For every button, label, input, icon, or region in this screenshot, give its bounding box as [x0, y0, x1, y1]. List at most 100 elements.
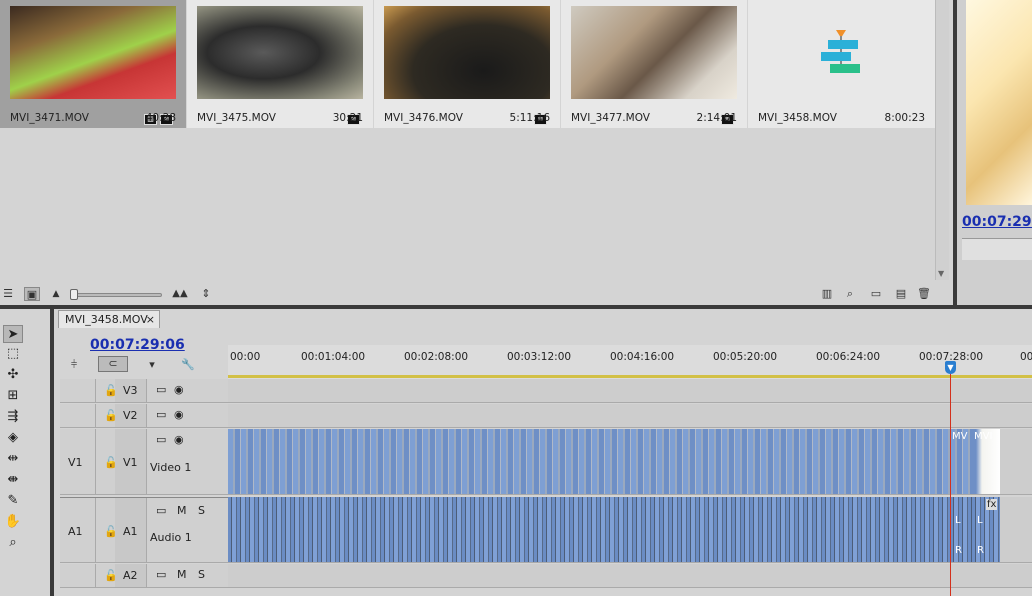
fx-badge[interactable]: fx — [986, 499, 998, 510]
timeline-settings-icon[interactable]: 🔧 — [180, 358, 196, 372]
program-preview — [966, 0, 1032, 205]
thumbnail-image — [571, 6, 737, 99]
source-label[interactable]: V1 — [68, 456, 83, 469]
media-name: MVI_3475.MOV — [197, 112, 276, 124]
razor-tool-icon[interactable]: ◈ — [3, 429, 23, 447]
program-ruler[interactable] — [962, 238, 1032, 260]
sequence-tab[interactable]: MVI_3458.MOV × — [58, 310, 160, 328]
automate-sequence-icon[interactable]: ▥ — [819, 287, 835, 301]
track-a1[interactable]: L R fx L R — [228, 497, 1032, 563]
ruler-tick-label: 00:02:08:00 — [404, 351, 469, 363]
playhead-line[interactable] — [950, 361, 951, 596]
rate-stretch-tool-icon[interactable]: ⇶ — [3, 408, 23, 426]
video-clip[interactable]: MVI — [972, 429, 1000, 494]
sync-lock-icon[interactable]: ▭ — [156, 568, 166, 581]
timeline-panel: MVI_3458.MOV × 00:07:29:06 ⫩ ⊂ ▾ 🔧 00:00… — [54, 309, 1032, 596]
slide-tool-icon[interactable]: ⇼ — [3, 471, 23, 489]
track-label[interactable]: V2 — [123, 409, 138, 422]
trash-icon[interactable]: 🗑 — [916, 287, 932, 301]
media-item[interactable]: ≋ MVI_3476.MOV 5:11:16 — [374, 0, 560, 128]
track-v2[interactable] — [228, 404, 1032, 428]
find-icon[interactable]: ⌕ — [842, 287, 858, 301]
track-name: Video 1 — [150, 461, 192, 474]
rolling-edit-tool-icon[interactable]: ⊞ — [3, 387, 23, 405]
channel-label: R — [955, 545, 962, 556]
media-duration: 2:14:01 — [696, 112, 737, 124]
zoom-out-icon[interactable]: ▲ — [48, 287, 64, 301]
ruler-tick-label: 00:00 — [230, 351, 261, 363]
eye-icon[interactable]: ◉ — [174, 408, 184, 421]
scroll-down-icon[interactable]: ▼ — [938, 269, 944, 278]
media-item[interactable]: ≋ MVI_3477.MOV 2:14:01 — [561, 0, 747, 128]
ripple-edit-tool-icon[interactable]: ✣ — [3, 366, 23, 384]
sync-lock-icon[interactable]: ▭ — [156, 433, 166, 446]
track-label[interactable]: A1 — [123, 525, 138, 538]
media-item[interactable]: ▥ ≋ MVI_3471.MOV 40:28 — [0, 0, 186, 128]
source-patch-empty[interactable] — [60, 379, 96, 402]
source-patch-empty[interactable] — [60, 404, 96, 427]
selection-tool-icon[interactable]: ➤ — [3, 325, 23, 343]
zoom-in-icon[interactable]: ▲▲ — [172, 287, 188, 301]
track-header-a2: 🔓 A2 ▭ M S — [60, 564, 228, 588]
close-icon[interactable]: × — [146, 311, 155, 328]
pen-tool-icon[interactable]: ✎ — [3, 492, 23, 510]
media-item[interactable]: MVI_3458.MOV 8:00:23 — [748, 0, 935, 128]
track-select-tool-icon[interactable]: ⬚ — [3, 345, 23, 363]
track-v3[interactable] — [228, 379, 1032, 403]
eye-icon[interactable]: ◉ — [174, 433, 184, 446]
list-view-icon[interactable]: ☰ — [0, 287, 16, 301]
slip-tool-icon[interactable]: ⇹ — [3, 450, 23, 468]
sync-lock-icon[interactable]: ▭ — [156, 383, 166, 396]
solo-button[interactable]: S — [198, 568, 205, 581]
ruler-tick-label: 00:03:12:00 — [507, 351, 572, 363]
nest-toggle-icon[interactable]: ⫩ — [66, 358, 82, 372]
thumbnail-image — [197, 6, 363, 99]
thumbnail-image — [10, 6, 176, 99]
sequence-timecode[interactable]: 00:07:29:06 — [90, 337, 185, 353]
solo-button[interactable]: S — [198, 504, 205, 517]
track-label[interactable]: V3 — [123, 384, 138, 397]
media-duration: 8:00:23 — [884, 112, 925, 124]
zoom-slider-handle[interactable] — [70, 289, 78, 300]
track-header-v2: 🔓 V2 ▭ ◉ — [60, 404, 228, 428]
clip-label: MVI — [974, 431, 993, 442]
new-item-icon[interactable]: ▤ — [893, 287, 909, 301]
sort-icon[interactable]: ⇕ — [198, 287, 214, 301]
sync-lock-icon[interactable]: ▭ — [156, 408, 166, 421]
media-thumbnail-grid: ▥ ≋ MVI_3471.MOV 40:28 ≋ MVI_3475.MOV 30… — [0, 0, 935, 128]
media-name: MVI_3471.MOV — [10, 112, 89, 124]
source-label[interactable]: A1 — [68, 525, 83, 538]
track-label[interactable]: A2 — [123, 569, 138, 582]
playhead-handle[interactable]: ▼ — [945, 361, 956, 374]
video-clip[interactable]: MV — [950, 429, 972, 494]
snap-icon[interactable]: ⊂ — [98, 356, 128, 372]
zoom-tool-icon[interactable]: ⌕ — [3, 534, 23, 552]
channel-label: L — [955, 515, 961, 526]
video-clip[interactable] — [228, 429, 950, 494]
work-area-bar[interactable] — [228, 375, 1032, 378]
project-scrollbar[interactable]: ▼ — [935, 0, 949, 280]
track-v1[interactable]: MV MVI — [228, 429, 1032, 495]
sync-lock-icon[interactable]: ▭ — [156, 504, 166, 517]
add-marker-icon[interactable]: ▾ — [144, 358, 160, 372]
hand-tool-icon[interactable]: ✋ — [3, 513, 23, 531]
media-item[interactable]: ≋ MVI_3475.MOV 30:21 — [187, 0, 373, 128]
audio-clip[interactable]: L R — [950, 497, 972, 562]
mute-button[interactable]: M — [177, 504, 187, 517]
program-timecode[interactable]: 00:07:29:0 — [962, 214, 1032, 230]
source-patch-empty[interactable] — [60, 564, 96, 587]
new-bin-icon[interactable]: ▭ — [868, 287, 884, 301]
sequence-icon — [821, 30, 860, 73]
time-ruler[interactable]: 00:00 00:01:04:00 00:02:08:00 00:03:12:0… — [228, 345, 1032, 379]
track-label[interactable]: V1 — [123, 456, 138, 469]
track-name: Audio 1 — [150, 531, 192, 544]
audio-clip[interactable] — [228, 497, 950, 562]
zoom-slider-track[interactable] — [72, 293, 162, 297]
track-a2[interactable] — [228, 564, 1032, 588]
icon-view-icon[interactable]: ▣ — [24, 287, 40, 301]
premiere-workspace: { "project": { "items": [ {"name": "MVI_… — [0, 0, 1032, 596]
ruler-tick-label: 00:06:24:00 — [816, 351, 881, 363]
mute-button[interactable]: M — [177, 568, 187, 581]
audio-clip[interactable]: fx L R — [972, 497, 1000, 562]
eye-icon[interactable]: ◉ — [174, 383, 184, 396]
